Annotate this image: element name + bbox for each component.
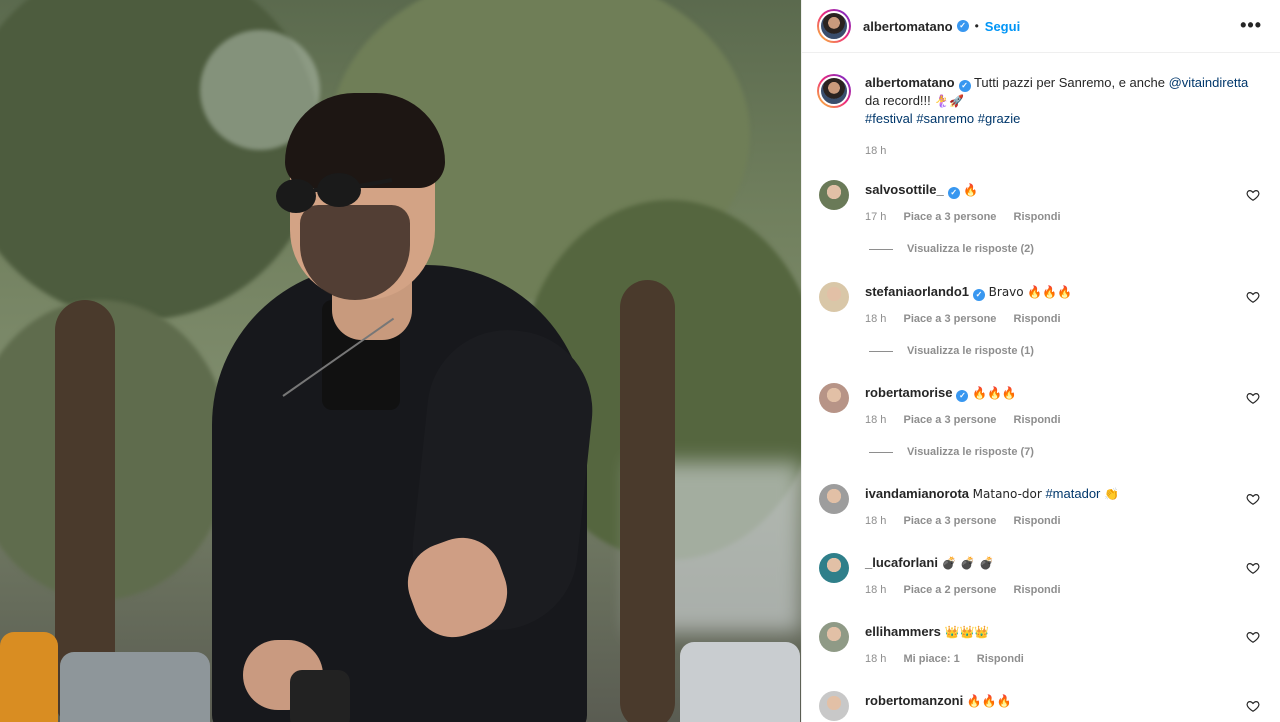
comment-likes[interactable]: Piace a 3 persone [903, 515, 996, 527]
comment-likes[interactable]: Piace a 2 persone [903, 584, 996, 596]
author-username[interactable]: albertomatano [863, 19, 953, 34]
view-replies-label: Visualizza le risposte (2) [907, 243, 1034, 255]
commenter-avatar[interactable] [819, 484, 849, 514]
hashtag-link[interactable]: #matador [1045, 486, 1100, 501]
commenter-username[interactable]: stefaniaorlando1 [865, 284, 969, 299]
commenter-avatar[interactable] [819, 383, 849, 413]
reply-button[interactable]: Rispondi [1014, 414, 1061, 426]
comment-likes[interactable]: Piace a 3 persone [903, 313, 996, 325]
post-header: albertomatano ✓ • Segui ••• [802, 0, 1280, 53]
sunglasses-icon [276, 173, 393, 213]
view-replies-label: Visualizza le risposte (1) [907, 345, 1034, 357]
commenter-username[interactable]: ellihammers [865, 624, 941, 639]
comment-likes[interactable]: Piace a 3 persone [903, 414, 996, 426]
caption-emojis: 🧜‍♀️🚀 [934, 94, 965, 108]
commenter-username[interactable]: salvosottile_ [865, 182, 944, 197]
caption-text-2: da record!!! [865, 93, 931, 108]
comment-timestamp: 18 h [865, 414, 887, 426]
hashtag-link[interactable]: #festival [865, 111, 913, 126]
caption-username[interactable]: albertomatano [865, 75, 955, 90]
commenter-avatar[interactable] [819, 622, 849, 652]
heart-icon[interactable] [1246, 630, 1260, 644]
verified-badge-icon: ✓ [973, 289, 986, 301]
comment-timestamp: 18 h [865, 515, 887, 527]
reply-button[interactable]: Rispondi [1014, 313, 1061, 325]
comment-likes[interactable]: Piace a 3 persone [903, 211, 996, 223]
mention-link[interactable]: @vitaindiretta [1169, 75, 1249, 90]
reply-button[interactable]: Rispondi [1014, 211, 1061, 223]
commenter-avatar[interactable] [819, 180, 849, 210]
comment-text: 🔥🔥🔥 [966, 694, 1012, 708]
verified-badge-icon: ✓ [956, 20, 969, 32]
post-dialog: albertomatano ✓ • Segui ••• albertomatan… [0, 0, 1280, 722]
comments-panel: albertomatano ✓ • Segui ••• albertomatan… [801, 0, 1280, 722]
commenter-avatar[interactable] [819, 691, 849, 721]
heart-icon[interactable] [1246, 699, 1260, 713]
commenter-username[interactable]: robertomanzoni [865, 693, 963, 708]
verified-badge-icon: ✓ [947, 187, 960, 199]
comment-text: 👑👑👑 [944, 625, 990, 639]
more-options-icon[interactable]: ••• [1240, 15, 1262, 36]
separator-dot: • [974, 19, 979, 33]
post-photo[interactable] [0, 0, 801, 722]
author-avatar[interactable] [817, 9, 851, 43]
heart-icon[interactable] [1246, 188, 1260, 202]
comment-emoji: 👏 [1104, 487, 1119, 501]
heart-icon[interactable] [1246, 391, 1260, 405]
heart-icon[interactable] [1246, 561, 1260, 575]
commenter-avatar[interactable] [819, 282, 849, 312]
view-replies-button[interactable]: Visualizza le risposte (2) [869, 243, 1034, 255]
post-timestamp: 18 h [865, 145, 887, 157]
reply-button[interactable]: Rispondi [1014, 515, 1061, 527]
comment-text: 🔥🔥🔥 [972, 386, 1017, 400]
commenter-avatar[interactable] [819, 553, 849, 583]
verified-badge-icon: ✓ [956, 390, 969, 402]
view-replies-button[interactable]: Visualizza le risposte (1) [869, 345, 1034, 357]
heart-icon[interactable] [1246, 290, 1260, 304]
post-caption: albertomatano ✓ Tutti pazzi per Sanremo, … [817, 74, 1266, 160]
verified-badge-icon: ✓ [958, 80, 971, 92]
comment-timestamp: 18 h [865, 653, 887, 665]
reply-button[interactable]: Rispondi [977, 653, 1024, 665]
commenter-username[interactable]: robertamorise [865, 385, 952, 400]
comment-text: Bravo 🔥🔥🔥 [988, 285, 1073, 299]
reply-button[interactable]: Rispondi [1014, 584, 1061, 596]
comment-timestamp: 18 h [865, 313, 887, 325]
hashtag-link[interactable]: #grazie [978, 111, 1021, 126]
comment-timestamp: 17 h [865, 211, 887, 223]
comment-text: Matano-dor [972, 487, 1042, 501]
commenter-username[interactable]: _lucaforlani [865, 555, 938, 570]
heart-icon[interactable] [1246, 492, 1260, 506]
follow-button[interactable]: Segui [985, 19, 1020, 34]
commenter-username[interactable]: ivandamianorota [865, 486, 969, 501]
comment-likes[interactable]: Mi piace: 1 [903, 653, 959, 665]
caption-avatar[interactable] [817, 74, 851, 108]
hashtag-link[interactable]: #sanremo [916, 111, 974, 126]
comment-text: 💣 💣 💣 [941, 556, 995, 570]
comment-timestamp: 18 h [865, 584, 887, 596]
caption-text: Tutti pazzi per Sanremo, e anche [973, 75, 1165, 90]
view-replies-label: Visualizza le risposte (7) [907, 446, 1034, 458]
comment-text: 🔥 [963, 183, 979, 197]
view-replies-button[interactable]: Visualizza le risposte (7) [869, 446, 1034, 458]
